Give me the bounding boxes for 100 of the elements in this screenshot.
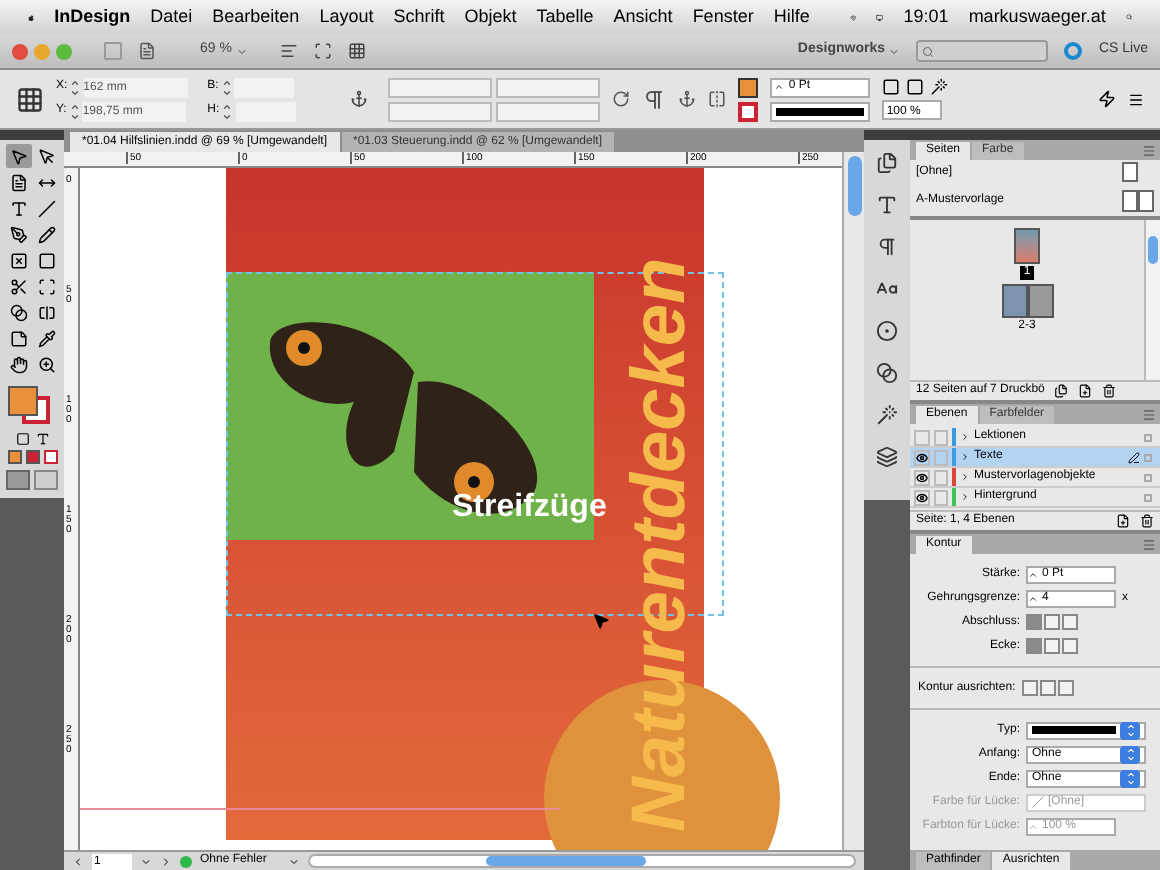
hand-icon xyxy=(9,355,27,373)
input-field[interactable] xyxy=(496,101,601,121)
option-button[interactable] xyxy=(1062,614,1078,630)
menu-item[interactable]: Tabelle xyxy=(536,3,594,31)
effects-icon[interactable] xyxy=(930,78,949,96)
trash-icon[interactable] xyxy=(1140,514,1154,528)
option-button[interactable] xyxy=(1062,638,1078,654)
menu-item[interactable]: Fenster xyxy=(692,3,754,31)
rotate-icon[interactable] xyxy=(612,90,631,108)
formatting-text-icon[interactable] xyxy=(35,432,49,446)
stroke-type-dropdown[interactable] xyxy=(770,101,871,121)
gradient-icon[interactable] xyxy=(876,362,898,384)
page-thumbnail[interactable] xyxy=(1014,228,1040,264)
screen-mode-icon[interactable] xyxy=(313,42,332,60)
gradient-feather-icon xyxy=(37,303,55,321)
gradient-icon xyxy=(9,303,27,321)
menu-item[interactable]: Schrift xyxy=(393,3,445,31)
tool-button[interactable] xyxy=(5,222,31,246)
tool-button[interactable] xyxy=(5,144,31,168)
view-options-icon[interactable] xyxy=(279,42,298,60)
arrange-documents-icon[interactable] xyxy=(347,42,366,60)
dropdown-arrows[interactable] xyxy=(1120,769,1140,787)
scroll-thumb[interactable] xyxy=(1148,236,1158,264)
stepper-arrows[interactable] xyxy=(221,101,234,121)
close-button[interactable] xyxy=(12,43,28,59)
anchor-icon[interactable] xyxy=(678,90,697,108)
edit-page-size-icon[interactable] xyxy=(1054,384,1069,398)
menu-item[interactable]: Bearbeiten xyxy=(212,3,300,31)
fill-swatch[interactable] xyxy=(738,77,759,97)
menu-item[interactable]: Datei xyxy=(150,3,193,31)
scroll-thumb[interactable] xyxy=(847,156,861,216)
input-field[interactable] xyxy=(388,77,493,97)
option-button[interactable] xyxy=(1057,680,1074,696)
new-page-icon[interactable] xyxy=(1078,384,1093,398)
dropdown-arrows[interactable] xyxy=(1120,745,1140,763)
visibility-toggle[interactable] xyxy=(914,489,930,505)
spread-thumbnail[interactable] xyxy=(1001,284,1053,318)
dropdown-arrows[interactable] xyxy=(1120,721,1140,739)
flip-icon[interactable] xyxy=(708,90,727,108)
menu-item[interactable]: Hilfe xyxy=(773,3,810,31)
page-menu-icon[interactable] xyxy=(140,855,152,867)
tool-button[interactable] xyxy=(33,144,59,168)
trash-icon[interactable] xyxy=(1102,384,1117,398)
option-button[interactable] xyxy=(1044,614,1060,630)
pages-icon[interactable] xyxy=(876,152,898,174)
frame-fitting-icon[interactable] xyxy=(882,78,901,96)
stroke-swatch[interactable] xyxy=(738,101,759,121)
paragraph-icon[interactable] xyxy=(642,87,667,111)
menu-item[interactable]: InDesign xyxy=(54,3,131,31)
last-page-icon[interactable] xyxy=(160,855,172,867)
apply-color-button[interactable] xyxy=(7,450,21,464)
master-page-thumbnail xyxy=(1122,162,1138,182)
option-button[interactable] xyxy=(1021,680,1038,696)
option-button[interactable] xyxy=(1039,680,1056,696)
preflight-menu-icon[interactable] xyxy=(288,855,300,867)
panel-menu-icon[interactable] xyxy=(1128,91,1144,107)
stroke-icon[interactable] xyxy=(876,320,898,342)
input-field[interactable] xyxy=(388,101,493,121)
menu-item[interactable]: Objekt xyxy=(464,3,517,31)
drop-shadow-icon[interactable] xyxy=(906,78,925,96)
visibility-toggle[interactable] xyxy=(914,449,930,465)
pencil-icon xyxy=(37,225,55,243)
tool-button[interactable] xyxy=(5,352,31,376)
visibility-toggle[interactable] xyxy=(914,469,930,485)
lightning-icon[interactable] xyxy=(1098,90,1116,108)
search-field[interactable] xyxy=(916,40,1049,62)
apply-gradient-button[interactable] xyxy=(25,450,39,464)
visibility-toggle[interactable] xyxy=(914,429,930,445)
tool-button[interactable] xyxy=(5,300,31,324)
line-icon xyxy=(37,199,55,217)
layers-icon[interactable] xyxy=(876,446,898,468)
styles-icon[interactable] xyxy=(876,278,898,300)
stepper-arrows[interactable] xyxy=(220,77,233,97)
scissors-icon xyxy=(9,277,27,295)
constrain-proportions-icon[interactable] xyxy=(350,90,369,108)
bridge-icon[interactable] xyxy=(138,42,156,60)
tool-button[interactable] xyxy=(33,222,59,246)
menu-item[interactable]: Ansicht xyxy=(613,3,673,31)
reference-point-icon[interactable] xyxy=(16,85,44,113)
tool-button[interactable] xyxy=(33,196,59,220)
menu-item[interactable]: Layout xyxy=(319,3,374,31)
new-layer-icon[interactable] xyxy=(1116,514,1130,528)
first-page-icon[interactable] xyxy=(72,855,84,867)
stepper-arrows[interactable] xyxy=(69,77,82,97)
line-type-dropdown[interactable] xyxy=(1026,721,1146,739)
effects-icon[interactable] xyxy=(876,404,898,426)
option-button[interactable] xyxy=(1044,638,1060,654)
character-icon[interactable] xyxy=(876,194,898,216)
formatting-container-icon[interactable] xyxy=(15,432,29,446)
chevron-down-icon xyxy=(888,45,901,57)
page-icon xyxy=(9,173,27,191)
scroll-thumb[interactable] xyxy=(486,856,646,866)
stepper-arrows[interactable] xyxy=(68,101,81,121)
app-logo-icon xyxy=(104,42,122,60)
menu-user[interactable]: markuswaeger.at xyxy=(968,3,1106,31)
input-field[interactable] xyxy=(496,77,601,97)
paragraph-icon[interactable] xyxy=(876,236,898,258)
tool-button[interactable] xyxy=(5,274,31,298)
cursor-icon xyxy=(592,612,610,630)
apply-none-button[interactable] xyxy=(43,450,57,464)
